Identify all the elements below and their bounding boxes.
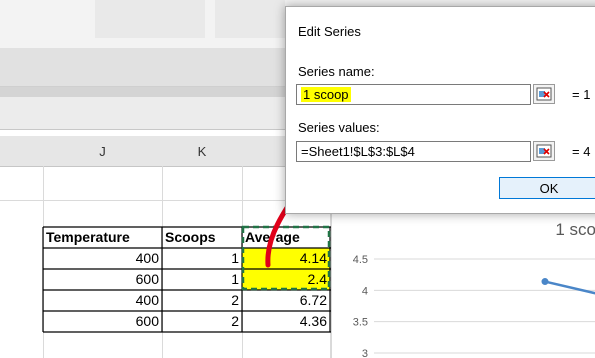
series-name-preview: = 1 (572, 87, 591, 102)
range-select-icon (536, 87, 552, 101)
y-tick-label: 3.5 (353, 317, 368, 329)
series-values-label: Series values: (298, 120, 380, 135)
collapse-dialog-button[interactable] (533, 141, 555, 161)
series-name-input[interactable]: 1 scoop (296, 84, 531, 105)
series-values-input[interactable]: =Sheet1!$L$3:$L$4 (296, 141, 531, 162)
toolbar-separator (0, 87, 290, 97)
y-tick-label: 4.5 (353, 254, 368, 266)
column-header-k[interactable]: K (162, 136, 243, 167)
dialog-title: Edit Series (298, 24, 361, 39)
data-point[interactable] (541, 278, 549, 286)
column-header-j[interactable]: J (43, 136, 163, 167)
column-header-l[interactable] (242, 136, 291, 167)
ribbon-group (95, 0, 205, 38)
chart-area[interactable]: 1 sco 4.5 4 3.5 3 (331, 212, 595, 358)
ok-button[interactable]: OK (499, 177, 595, 199)
column-header-prev[interactable] (0, 136, 44, 167)
series-line (544, 280, 595, 295)
series-values-preview: = 4 (572, 144, 591, 159)
column-label: K (197, 143, 207, 159)
range-select-icon (536, 144, 552, 158)
formula-bar[interactable] (0, 97, 290, 130)
ribbon-group (215, 0, 285, 38)
column-label: J (99, 143, 106, 159)
chart-plot: 4.5 4 3.5 3 (353, 254, 595, 358)
formula-bar-region (0, 48, 290, 87)
edit-series-dialog: Edit Series Series name: 1 scoop = 1 Ser… (285, 6, 595, 214)
collapse-dialog-button[interactable] (533, 84, 555, 104)
y-tick-label: 4 (362, 285, 368, 297)
y-tick-label: 3 (362, 348, 368, 358)
series-name-label: Series name: (298, 64, 375, 79)
series-name-text: 1 scoop (301, 87, 351, 102)
